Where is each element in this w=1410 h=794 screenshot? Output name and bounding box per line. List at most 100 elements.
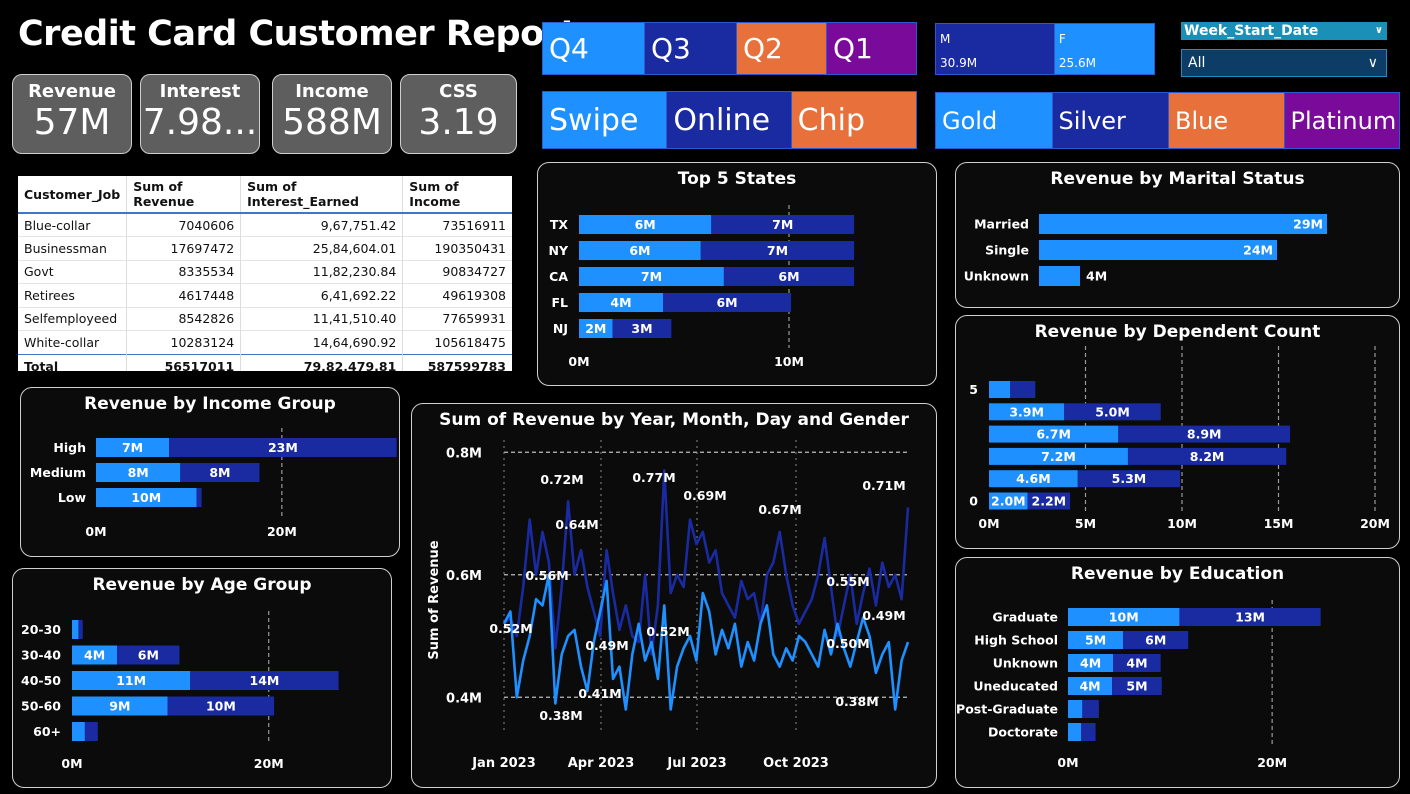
slicer-q3[interactable]: Q3 (645, 23, 737, 74)
data-label: 0.55M (826, 574, 869, 589)
data-label: 7M (122, 440, 143, 455)
slicer-silver[interactable]: Silver (1052, 93, 1169, 148)
category-label: 40-50 (21, 673, 61, 688)
kpi-css-card[interactable]: CSS 3.19 (400, 74, 517, 154)
kpi-value: 7.98... (142, 102, 258, 143)
category-label: High School (974, 633, 1058, 648)
table-cell: 4617448 (126, 283, 242, 307)
income-group-panel: Revenue by Income Group 0M 20M High 7M 23M Me… (20, 387, 400, 557)
category-label: 60+ (33, 724, 61, 739)
x-tick-label: 10M (1167, 516, 1197, 531)
slicer-gender-f[interactable]: F 25.6M (1054, 24, 1154, 74)
column-header[interactable]: Sum of Income (402, 176, 512, 214)
dependent-count-panel: Revenue by Dependent Count 0M 5M 10M 15M 20M… (955, 315, 1400, 549)
column-header[interactable]: Customer_Job (18, 176, 128, 214)
x-tick-label: Jul 2023 (666, 756, 726, 771)
data-label: 29M (1293, 217, 1323, 232)
slicer-gold[interactable]: Gold (936, 93, 1053, 148)
table-cell: Blue-collar (18, 213, 128, 237)
data-label: 0.38M (835, 694, 878, 709)
table-row[interactable]: Blue-collar 7040606 9,67,751.42 73516911 (18, 213, 512, 237)
bar-segment (1010, 381, 1036, 398)
slicer-blue[interactable]: Blue (1169, 93, 1285, 148)
data-label: 5M (1085, 633, 1106, 648)
slicer-q2[interactable]: Q2 (737, 23, 827, 74)
table-row[interactable]: Businessman 17697472 25,84,604.01 190350431 (18, 236, 512, 260)
bar-segment (1039, 214, 1327, 234)
slicer-swipe[interactable]: Swipe (543, 92, 668, 148)
top-states-chart: 0M 10M TX 6M 7M NY 6M 7M CA 7M 6M FL 4M 6M NJ 2M 3M (548, 205, 855, 369)
bar-segment (989, 381, 1011, 398)
bar-segment (196, 488, 202, 507)
income-group-chart: 0M 20M High 7M 23M Medium 8M 8M Low 10M (30, 428, 397, 539)
slicer-gender-m[interactable]: M 30.9M (936, 24, 1055, 74)
card-category-slicer: Gold Silver Blue Platinum (935, 92, 1400, 149)
table-cell: 10283124 (126, 330, 242, 354)
table-cell: 14,64,690.92 (240, 330, 404, 354)
category-label: 50-60 (21, 699, 61, 714)
kpi-revenue-card[interactable]: Revenue 57M (12, 74, 132, 154)
dropdown-value: All (1188, 55, 1206, 71)
data-label: 6M (138, 648, 159, 663)
date-dropdown[interactable]: All ∨ (1181, 49, 1387, 77)
slicer-online[interactable]: Online (667, 92, 792, 148)
data-label: 0.50M (826, 636, 869, 651)
bar-segment (1082, 700, 1099, 718)
data-label: 10M (206, 699, 236, 714)
total-cell: Total (18, 353, 128, 371)
table-cell: Businessman (18, 236, 128, 260)
table-row[interactable]: White-collar 10283124 14,64,690.92 10561847… (18, 330, 512, 354)
y-tick-label: 0.8M (446, 446, 482, 461)
table-cell: 90834727 (442, 264, 506, 280)
bar-segment (1081, 723, 1096, 741)
gender-value: 25.6M (1058, 56, 1096, 70)
bar-segment (1039, 240, 1277, 260)
category-label: Medium (30, 465, 86, 480)
data-label: 6M (635, 217, 656, 232)
data-label: 8M (209, 465, 230, 480)
x-tick-label: 15M (1264, 516, 1294, 531)
x-tick-label: Jan 2023 (471, 756, 536, 771)
table-row[interactable]: Retirees 4617448 6,41,692.22 49619308 (18, 283, 512, 307)
data-label: 13M (1235, 610, 1265, 625)
category-label: Uneducated (973, 679, 1058, 694)
slicer-q1[interactable]: Q1 (827, 23, 916, 74)
slicer-platinum[interactable]: Platinum (1284, 93, 1399, 148)
data-label: 4.6M (1016, 471, 1051, 486)
data-label: 2M (585, 321, 606, 336)
data-label: 7M (641, 269, 662, 284)
collapse-icon[interactable]: ∨ (1375, 22, 1383, 40)
customer-job-table: Customer_Job Sum of Revenue Sum of Inter… (18, 176, 512, 371)
column-header[interactable]: Sum of Interest_Earned (240, 176, 404, 214)
data-label: 8M (128, 465, 149, 480)
kpi-interest-card[interactable]: Interest 7.98... (140, 74, 260, 154)
slicer-title: Week_Start_Date (1184, 23, 1319, 39)
data-label: 6M (778, 269, 799, 284)
category-label: CA (549, 269, 568, 284)
table-cell: 8335534 (126, 260, 242, 284)
x-tick-label: 0M (1057, 755, 1078, 770)
data-label: 7M (772, 217, 793, 232)
bar-segment (1039, 266, 1080, 286)
slicer-q4[interactable]: Q4 (543, 23, 645, 74)
table-cell: 11,82,230.84 (240, 260, 404, 284)
table-total-row: Total 56517011 79,82,479.81 587599783 (18, 353, 512, 371)
age-group-panel: Revenue by Age Group 0M 20M 20-30 30-40 4M 6M… (12, 568, 392, 788)
job-table: Customer_Job Sum of Revenue Sum of Inter… (18, 176, 512, 371)
total-cell: 587599783 (402, 353, 512, 371)
table-cell: 6,41,692.22 (240, 283, 404, 307)
data-label: 4M (1126, 656, 1147, 671)
kpi-value: 588M (282, 102, 382, 143)
table-cell: 190350431 (434, 240, 506, 256)
table-row[interactable]: Selfemployeed 8542826 11,41,510.40 77659931 (18, 307, 512, 331)
table-cell: 25,84,604.01 (240, 236, 404, 260)
data-label: 0.52M (489, 621, 532, 636)
column-header[interactable]: Sum of Revenue (126, 176, 242, 214)
gender-label: F (1058, 32, 1066, 46)
data-label: 4M (610, 295, 631, 310)
data-label: 0.49M (585, 638, 628, 653)
table-row[interactable]: Govt 8335534 11,82,230.84 90834727 (18, 260, 512, 284)
data-label: 5.3M (1112, 471, 1147, 486)
kpi-income-card[interactable]: Income 588M (272, 74, 392, 154)
slicer-chip[interactable]: Chip (791, 92, 916, 148)
